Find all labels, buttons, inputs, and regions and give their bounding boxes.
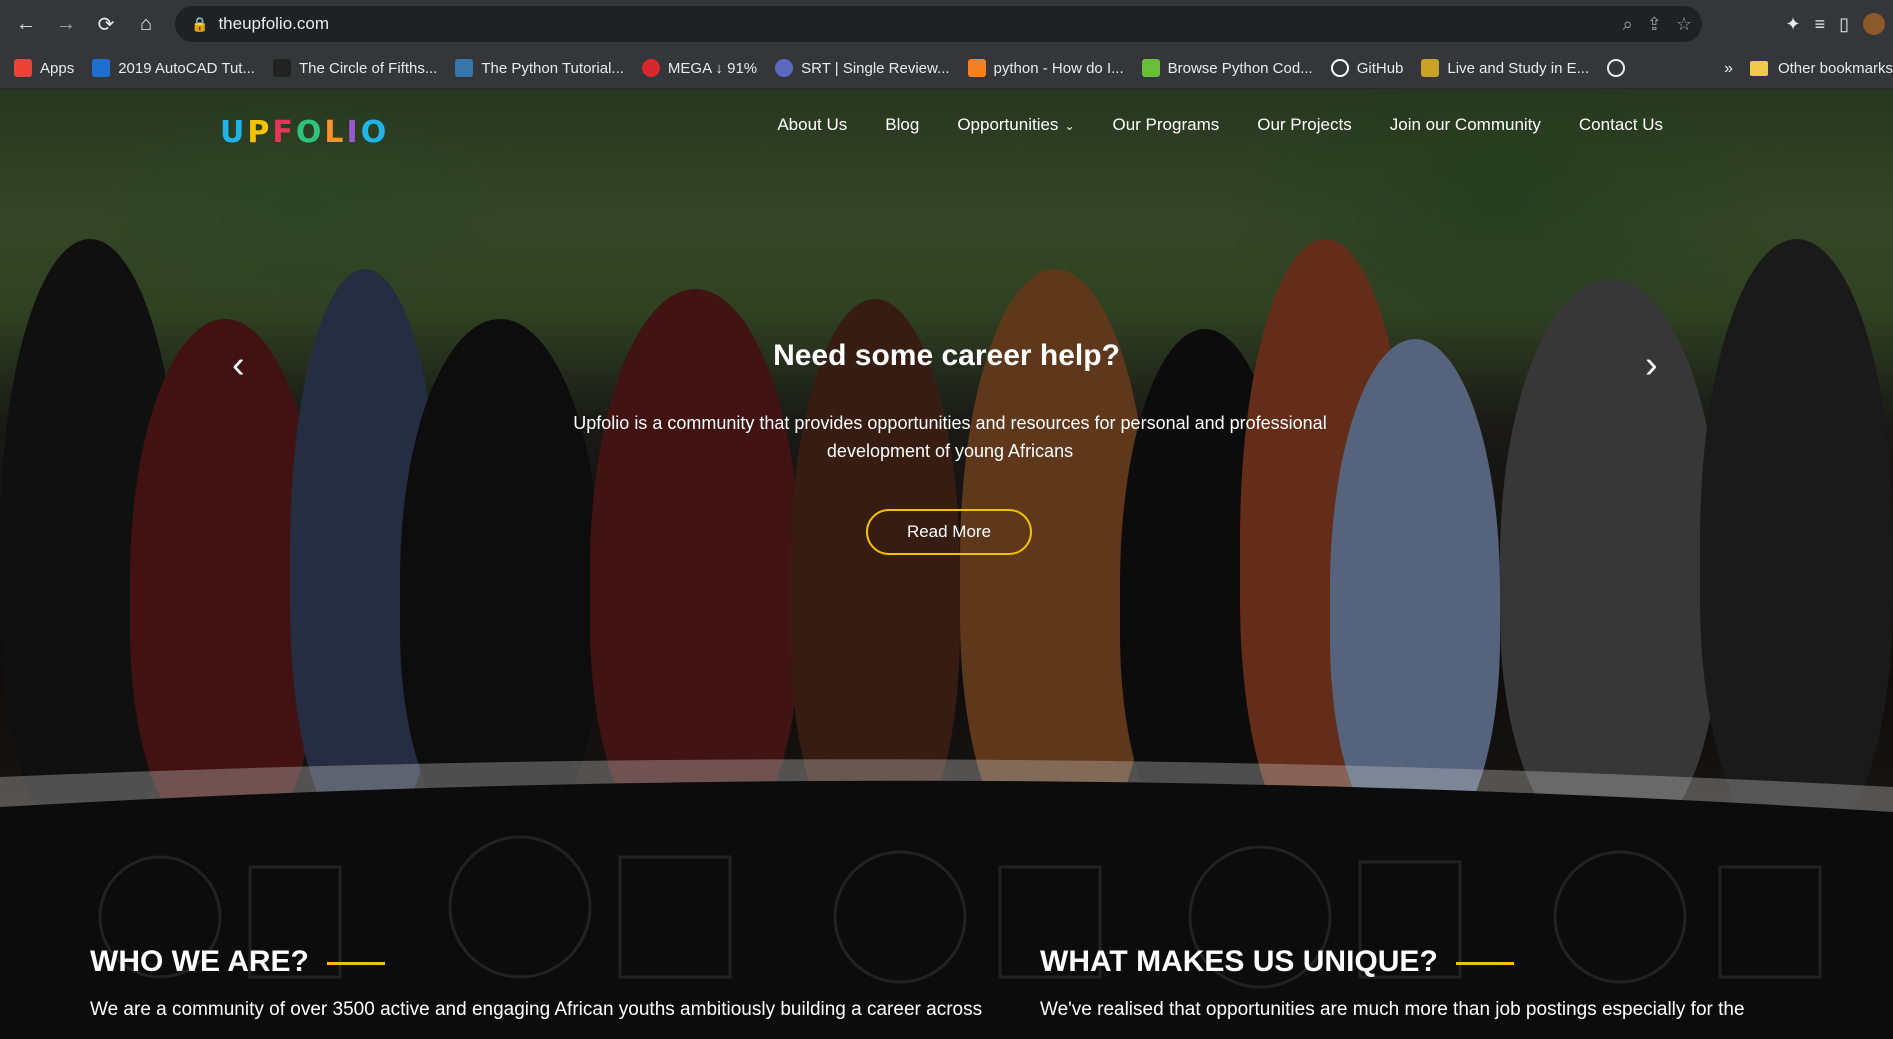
- globe-icon: [1607, 59, 1626, 77]
- bookmark-item[interactable]: MEGA ↓ 91%: [641, 59, 758, 77]
- who-we-are-heading: WHO WE ARE?: [90, 945, 385, 979]
- nav-blog[interactable]: Blog: [885, 115, 919, 135]
- logo-letter: O: [295, 115, 325, 150]
- code-icon: [1141, 59, 1160, 77]
- heading-accent-line: [1455, 961, 1514, 965]
- bookmark-label: SRT | Single Review...: [801, 59, 950, 77]
- browser-toolbar: ← → ⟳ ⌂ 🔒 theupfolio.com ⌕ ⇪ ☆ ✦ ≡ ▯: [0, 0, 1893, 48]
- reload-icon[interactable]: ⟳: [86, 4, 126, 44]
- back-icon[interactable]: ←: [6, 4, 46, 44]
- lock-icon: 🔒: [191, 15, 209, 32]
- bookmarks-overflow-button[interactable]: »: [1724, 48, 1733, 88]
- mega-icon: [641, 59, 660, 77]
- bookmark-label: GitHub: [1356, 59, 1404, 77]
- hero-wave-divider: [0, 759, 1893, 827]
- media-icon[interactable]: ≡: [1815, 14, 1826, 35]
- hero-section: UPFOLIO About Us Blog Opportunities ⌄ Our…: [0, 89, 1893, 827]
- bookmark-item[interactable]: python - How do I...: [967, 59, 1124, 77]
- github-icon: [1330, 59, 1349, 77]
- bookmark-item[interactable]: Live and Study in E...: [1421, 59, 1589, 77]
- bookmark-item[interactable]: [1607, 59, 1633, 77]
- nav-about-us[interactable]: About Us: [777, 115, 847, 135]
- hero-description: Upfolio is a community that provides opp…: [573, 413, 1327, 461]
- about-section: WHO WE ARE? We are a community of over 3…: [0, 827, 1893, 1039]
- share-icon[interactable]: ⇪: [1647, 14, 1662, 35]
- srt-icon: [775, 59, 794, 77]
- chevron-down-icon: ⌄: [1064, 119, 1075, 133]
- url-text[interactable]: theupfolio.com: [218, 14, 329, 34]
- read-more-button[interactable]: Read More: [866, 509, 1032, 555]
- nav-join-community[interactable]: Join our Community: [1390, 115, 1541, 135]
- nav-our-projects[interactable]: Our Projects: [1257, 115, 1351, 135]
- logo-letter: I: [346, 115, 361, 150]
- bookmark-item[interactable]: SRT | Single Review...: [775, 59, 950, 77]
- unique-text: We've realised that opportunities are mu…: [1040, 999, 1745, 1020]
- logo-letter: O: [360, 115, 390, 150]
- study-icon: [1421, 59, 1440, 77]
- unique-title: WHAT MAKES US UNIQUE?: [1040, 945, 1438, 978]
- bookmark-label: The Circle of Fifths...: [298, 59, 438, 77]
- nav-contact-us[interactable]: Contact Us: [1579, 115, 1663, 135]
- who-we-are-text: We are a community of over 3500 active a…: [90, 999, 983, 1020]
- bookmark-item[interactable]: The Python Tutorial...: [455, 59, 624, 77]
- apps-grid-icon: [14, 59, 32, 77]
- upfolio-logo[interactable]: UPFOLIO: [220, 115, 389, 150]
- profile-avatar[interactable]: [1863, 13, 1885, 35]
- bookmark-label: python - How do I...: [993, 59, 1124, 77]
- python-icon: [455, 59, 474, 77]
- bookmark-item[interactable]: 2019 AutoCAD Tut...: [92, 59, 255, 77]
- unique-heading: WHAT MAKES US UNIQUE?: [1040, 945, 1514, 979]
- sb-icon: [272, 59, 291, 77]
- home-icon[interactable]: ⌂: [126, 4, 166, 44]
- who-we-are-title: WHO WE ARE?: [90, 945, 309, 978]
- address-bar[interactable]: 🔒 theupfolio.com ⌕ ⇪ ☆: [175, 6, 1702, 42]
- nav-our-programs[interactable]: Our Programs: [1113, 115, 1220, 135]
- bookmark-label: Browse Python Cod...: [1167, 59, 1313, 77]
- logo-letter: L: [324, 115, 347, 150]
- bookmark-item[interactable]: Browse Python Cod...: [1141, 59, 1313, 77]
- bookmark-label: MEGA ↓ 91%: [667, 59, 758, 77]
- bookmark-item[interactable]: Apps: [14, 59, 74, 77]
- heading-accent-line: [326, 961, 385, 965]
- bookmark-item[interactable]: GitHub: [1330, 59, 1404, 77]
- extensions-icon[interactable]: ✦: [1785, 14, 1800, 35]
- bookmark-label: Apps: [40, 59, 75, 77]
- hero-title: Need some career help?: [773, 339, 1120, 372]
- other-bookmarks-folder[interactable]: Other bookmarks: [1749, 48, 1893, 88]
- star-icon[interactable]: ☆: [1676, 14, 1692, 35]
- stackoverflow-icon: [967, 59, 986, 77]
- logo-letter: U: [220, 115, 248, 150]
- bookmark-label: Live and Study in E...: [1447, 59, 1590, 77]
- nav-opportunities[interactable]: Opportunities ⌄: [957, 115, 1074, 135]
- logo-letter: P: [247, 115, 273, 150]
- bookmark-label: 2019 AutoCAD Tut...: [118, 59, 255, 77]
- folder-icon: [1749, 61, 1768, 76]
- logo-letter: F: [272, 115, 296, 150]
- other-bookmarks-label: Other bookmarks: [1777, 60, 1893, 77]
- bookmarks-bar: Apps 2019 AutoCAD Tut... The Circle of Fif…: [0, 48, 1893, 89]
- autocad-icon: [92, 59, 111, 77]
- bookmark-label: The Python Tutorial...: [481, 59, 624, 77]
- side-panel-icon[interactable]: ▯: [1839, 14, 1849, 35]
- zoom-icon[interactable]: ⌕: [1623, 14, 1633, 35]
- forward-icon[interactable]: →: [46, 4, 86, 44]
- bookmark-item[interactable]: The Circle of Fifths...: [272, 59, 438, 77]
- nav-opportunities-label: Opportunities: [957, 115, 1059, 134]
- main-nav: About Us Blog Opportunities ⌄ Our Program…: [777, 115, 1663, 135]
